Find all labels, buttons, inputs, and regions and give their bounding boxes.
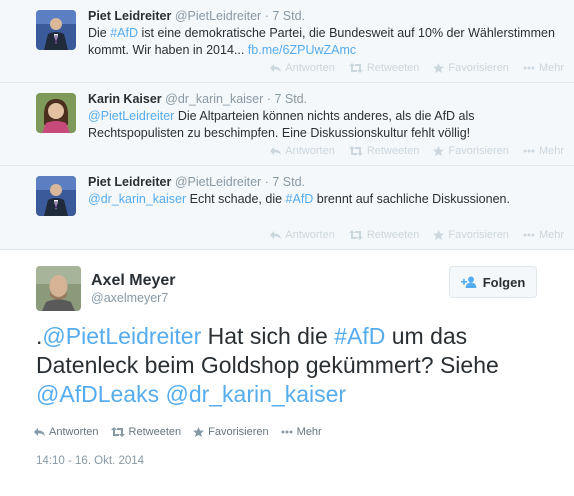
tweet-actions: Antworten Retweeten Favorisieren Mehr	[270, 229, 564, 241]
more-dots-icon	[281, 430, 293, 434]
retweet-button[interactable]: Retweeten	[348, 145, 420, 157]
more-dots-icon	[523, 66, 535, 70]
hashtag-link[interactable]: #AfD	[334, 323, 385, 349]
text-segment: Die	[88, 26, 111, 40]
star-icon	[433, 146, 445, 156]
more-button[interactable]: Mehr	[523, 62, 564, 74]
favorite-label: Favorisieren	[448, 62, 509, 74]
reply-icon	[270, 146, 282, 156]
author-handle[interactable]: @dr_karin_kaiser	[165, 92, 263, 106]
author-name[interactable]: Piet Leidreiter	[88, 9, 171, 23]
reply-button[interactable]: Antworten	[270, 229, 335, 241]
tweet-actions: Antworten Retweeten Favorisieren Mehr	[270, 145, 564, 157]
reply-button[interactable]: Antworten	[34, 426, 99, 438]
more-button[interactable]: Mehr	[523, 229, 564, 241]
favorite-button[interactable]: Favorisieren	[433, 62, 509, 74]
more-button[interactable]: Mehr	[523, 145, 564, 157]
separator-dot: ·	[264, 175, 269, 189]
separator-dot: ·	[266, 92, 271, 106]
timestamp[interactable]: 7 Std.	[272, 175, 305, 189]
retweet-button[interactable]: Retweeten	[348, 62, 420, 74]
author-name[interactable]: Piet Leidreiter	[88, 175, 171, 189]
mention-link[interactable]: @dr_karin_kaiser	[88, 192, 186, 206]
author-name[interactable]: Karin Kaiser	[88, 92, 162, 106]
more-label: Mehr	[538, 62, 564, 74]
tweet-text: Die #AfD ist eine demokratische Partei, …	[88, 25, 564, 59]
reply-label: Antworten	[285, 62, 335, 74]
favorite-button[interactable]: Favorisieren	[433, 145, 509, 157]
tweet-text: .@PietLeidreiter Hat sich die #AfD um da…	[36, 322, 556, 409]
reply-icon	[270, 230, 282, 240]
reply-icon	[270, 63, 282, 73]
more-label: Mehr	[538, 229, 564, 241]
follow-button[interactable]: Folgen	[449, 266, 537, 298]
reply-button[interactable]: Antworten	[270, 62, 335, 74]
author-name[interactable]: Axel Meyer	[91, 272, 176, 290]
avatar[interactable]	[36, 93, 76, 133]
more-label: Mehr	[296, 426, 322, 438]
tweet-text: @PietLeidreiter Die Altparteien können n…	[88, 108, 564, 142]
reply-label: Antworten	[285, 229, 335, 241]
follow-label: Folgen	[482, 274, 526, 290]
reply-label: Antworten	[285, 145, 335, 157]
url-link[interactable]: fb.me/6ZPUwZAmc	[248, 43, 356, 57]
retweet-label: Retweeten	[366, 62, 420, 74]
text-segment: Echt schade, die	[186, 192, 286, 206]
hashtag-link[interactable]: #AfD	[110, 26, 138, 40]
mention-link[interactable]: @PietLeidreiter	[42, 323, 201, 349]
retweet-button[interactable]: Retweeten	[110, 426, 182, 438]
text-segment: Hat sich die	[201, 323, 335, 349]
avatar[interactable]	[36, 266, 81, 311]
author-handle[interactable]: @PietLeidreiter	[175, 9, 261, 23]
star-icon	[433, 63, 445, 73]
thread-tweet[interactable]: Piet Leidreiter @PietLeidreiter · 7 Std.…	[0, 166, 574, 249]
thread-tweet[interactable]: Piet Leidreiter @PietLeidreiter · 7 Std.…	[0, 0, 574, 83]
more-button[interactable]: Mehr	[281, 426, 322, 438]
favorite-label: Favorisieren	[208, 426, 269, 438]
more-dots-icon	[523, 149, 535, 153]
mention-link[interactable]: @dr_karin_kaiser	[165, 381, 346, 407]
retweet-icon	[348, 146, 363, 156]
mention-link[interactable]: @PietLeidreiter	[88, 109, 174, 123]
author-handle[interactable]: @PietLeidreiter	[175, 175, 261, 189]
retweet-label: Retweeten	[366, 229, 420, 241]
timestamp[interactable]: 7 Std.	[272, 9, 305, 23]
retweet-icon	[348, 63, 363, 73]
mention-link[interactable]: @AfDLeaks	[36, 381, 159, 407]
retweet-button[interactable]: Retweeten	[348, 229, 420, 241]
favorite-label: Favorisieren	[448, 145, 509, 157]
hashtag-link[interactable]: #AfD	[286, 192, 314, 206]
reply-label: Antworten	[49, 426, 99, 438]
retweet-label: Retweeten	[128, 426, 182, 438]
reply-button[interactable]: Antworten	[270, 145, 335, 157]
star-icon	[433, 230, 445, 240]
author-handle[interactable]: @axelmeyer7	[91, 291, 168, 305]
retweet-icon	[348, 230, 363, 240]
more-dots-icon	[523, 233, 535, 237]
favorite-label: Favorisieren	[448, 229, 509, 241]
tweet-actions: Antworten Retweeten Favorisieren Mehr	[34, 426, 322, 438]
favorite-button[interactable]: Favorisieren	[433, 229, 509, 241]
avatar[interactable]	[36, 10, 76, 50]
star-icon	[193, 427, 205, 437]
retweet-label: Retweeten	[366, 145, 420, 157]
favorite-button[interactable]: Favorisieren	[193, 426, 269, 438]
avatar[interactable]	[36, 176, 76, 216]
tweet-actions: Antworten Retweeten Favorisieren Mehr	[270, 62, 564, 74]
tweet-text: @dr_karin_kaiser Echt schade, die #AfD b…	[88, 191, 564, 208]
conversation-thread: Piet Leidreiter @PietLeidreiter · 7 Std.…	[0, 0, 574, 250]
timestamp[interactable]: 7 Std.	[274, 92, 307, 106]
reply-icon	[34, 427, 45, 437]
tweet-timestamp[interactable]: 14:10 - 16. Okt. 2014	[36, 455, 144, 467]
retweet-icon	[110, 427, 125, 437]
thread-tweet[interactable]: Karin Kaiser @dr_karin_kaiser · 7 Std. @…	[0, 83, 574, 166]
more-label: Mehr	[538, 145, 564, 157]
text-segment: brennt auf sachliche Diskussionen.	[313, 192, 510, 206]
separator-dot: ·	[264, 9, 269, 23]
add-user-icon	[460, 276, 477, 288]
